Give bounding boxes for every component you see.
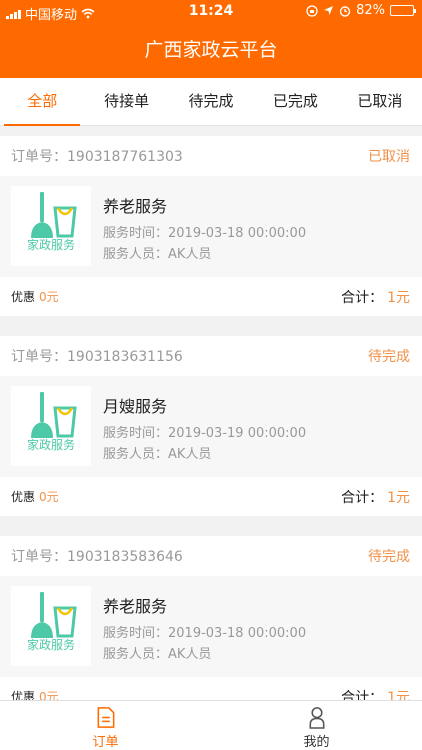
tab-pending-accept[interactable]: 待接单 (84, 78, 168, 125)
service-time: 服务时间：2019-03-19 00:00:00 (103, 426, 307, 441)
order-number: 订单号：1903183631156 (11, 349, 183, 365)
thumbnail-label: 家政服务 (26, 238, 75, 252)
battery-percent: 82% (356, 3, 385, 18)
discount: 优惠 0元 (11, 290, 59, 304)
service-time: 服务时间：2019-03-18 00:00:00 (103, 226, 307, 241)
location-icon (324, 6, 334, 15)
bottom-nav-orders[interactable]: 订单 (0, 701, 211, 750)
order-card-header: 订单号：1903187761303 已取消 (0, 136, 422, 176)
order-status: 待完成 (368, 549, 410, 565)
order-card-body[interactable]: 家政服务 养老服务 服务时间：2019-03-18 00:00:00 服务人员：… (0, 176, 422, 277)
discount: 优惠 0元 (11, 490, 59, 504)
bottom-nav: 订单 我的 (0, 700, 422, 750)
order-card-footer: 优惠 0元 合计： 1元 (0, 477, 422, 516)
rotation-lock-icon (306, 4, 318, 17)
order-status: 待完成 (368, 349, 410, 365)
order-total: 合计： 1元 (341, 489, 410, 506)
tab-completed[interactable]: 已完成 (253, 78, 337, 125)
service-name: 养老服务 (103, 197, 168, 216)
bottom-nav-profile-label: 我的 (303, 735, 330, 750)
status-right: 82% (306, 3, 416, 18)
discount: 优惠 0元 (11, 690, 59, 700)
service-staff: 服务人员：AK人员 (103, 447, 212, 462)
status-bar: 中国移动 11:24 82% (0, 0, 422, 23)
order-total: 合计： 1元 (341, 689, 410, 701)
order-info: 养老服务 服务时间：2019-03-18 00:00:00 服务人员：AK人员 (103, 193, 306, 265)
bottom-nav-orders-label: 订单 (92, 735, 119, 750)
service-staff: 服务人员：AK人员 (103, 647, 212, 662)
order-card-footer: 优惠 0元 合计： 1元 (0, 677, 422, 701)
bottom-nav-profile[interactable]: 我的 (211, 701, 422, 750)
thumbnail-label: 家政服务 (26, 638, 75, 652)
service-thumbnail: 家政服务 (11, 386, 91, 466)
tab-all[interactable]: 全部 (0, 78, 84, 126)
order-card-header: 订单号：1903183583646 待完成 (0, 536, 422, 576)
order-number: 订单号：1903187761303 (11, 149, 183, 165)
service-name: 月嫂服务 (103, 397, 168, 416)
order-list: 订单号：1903187761303 已取消 家政服务 养老服务 服务时间：201… (0, 136, 422, 700)
order-card[interactable]: 订单号：1903183583646 待完成 家政服务 养老服务 服务时间：201… (0, 536, 422, 700)
order-info: 养老服务 服务时间：2019-03-18 00:00:00 服务人员：AK人员 (103, 593, 306, 665)
order-card-body[interactable]: 家政服务 养老服务 服务时间：2019-03-18 00:00:00 服务人员：… (0, 576, 422, 677)
service-name: 养老服务 (103, 597, 168, 616)
profile-icon (309, 707, 324, 729)
service-time: 服务时间：2019-03-18 00:00:00 (103, 626, 307, 641)
page-title: 广西家政云平台 (0, 22, 422, 78)
service-thumbnail: 家政服务 (11, 586, 91, 666)
order-status: 已取消 (368, 149, 410, 165)
order-card[interactable]: 订单号：1903183631156 待完成 家政服务 月嫂服务 服务时间：201… (0, 336, 422, 516)
order-card-body[interactable]: 家政服务 月嫂服务 服务时间：2019-03-19 00:00:00 服务人员：… (0, 376, 422, 477)
order-info: 月嫂服务 服务时间：2019-03-19 00:00:00 服务人员：AK人员 (103, 393, 306, 465)
order-card-header: 订单号：1903183631156 待完成 (0, 336, 422, 376)
service-staff: 服务人员：AK人员 (103, 247, 212, 262)
thumbnail-label: 家政服务 (26, 438, 75, 452)
service-thumbnail: 家政服务 (11, 186, 91, 266)
order-card-footer: 优惠 0元 合计： 1元 (0, 277, 422, 316)
order-tabs: 全部 待接单 待完成 已完成 已取消 (0, 78, 422, 126)
tab-cancelled[interactable]: 已取消 (338, 78, 422, 125)
order-icon (97, 707, 114, 728)
tab-pending-complete[interactable]: 待完成 (169, 78, 253, 125)
order-card[interactable]: 订单号：1903187761303 已取消 家政服务 养老服务 服务时间：201… (0, 136, 422, 316)
alarm-icon (339, 5, 351, 17)
order-number: 订单号：1903183583646 (11, 549, 183, 565)
battery-icon (390, 5, 416, 16)
order-total: 合计： 1元 (341, 289, 410, 306)
